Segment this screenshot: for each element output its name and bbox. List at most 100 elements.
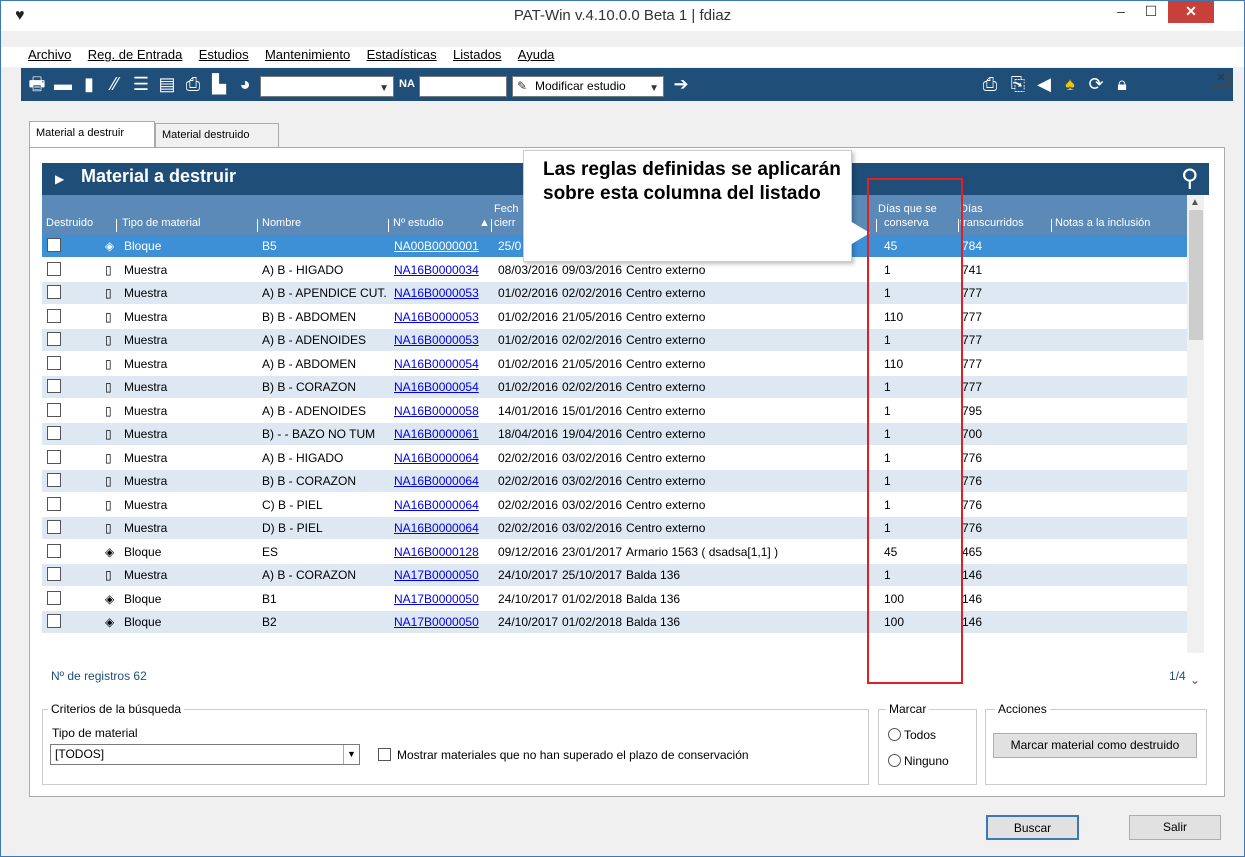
- menu-archivo[interactable]: Archivo: [28, 47, 71, 62]
- cell-estudio-link[interactable]: NA17B0000050: [394, 615, 479, 629]
- scroll-thumb[interactable]: [1189, 210, 1203, 340]
- buscar-button[interactable]: Buscar: [986, 815, 1079, 840]
- close-button[interactable]: ✕: [1168, 1, 1214, 23]
- col-nombre[interactable]: Nombre: [262, 217, 301, 230]
- destruido-checkbox[interactable]: [47, 496, 61, 511]
- arrow-right-icon[interactable]: ➔: [670, 73, 692, 95]
- cell-estudio-link[interactable]: NA16B0000058: [394, 404, 479, 418]
- destruido-checkbox[interactable]: [47, 590, 61, 605]
- printer-icon[interactable]: ▬: [52, 73, 74, 95]
- sync-icon[interactable]: ⟳: [1085, 73, 1107, 95]
- menu-estadisticas[interactable]: Estadísticas: [367, 47, 437, 62]
- menu-ayuda[interactable]: Ayuda: [518, 47, 555, 62]
- ninguno-label[interactable]: Ninguno: [904, 754, 949, 768]
- chevron-down-icon[interactable]: ▼: [343, 745, 359, 764]
- list-icon[interactable]: ☰: [130, 73, 152, 95]
- col-dias-trans-line2[interactable]: transcurridos: [960, 217, 1024, 230]
- destruido-checkbox[interactable]: [47, 285, 61, 299]
- ninguno-radio[interactable]: [888, 754, 901, 767]
- todos-label[interactable]: Todos: [904, 728, 936, 742]
- table-row[interactable]: ▯ Muestra A) B - ADENOIDES NA16B0000053 01/0…: [42, 329, 1187, 351]
- export-icon[interactable]: ⎘: [1007, 73, 1029, 95]
- cell-estudio-link[interactable]: NA16B0000053: [394, 310, 479, 324]
- destruido-checkbox[interactable]: [47, 308, 61, 323]
- column-divider[interactable]: [257, 219, 258, 232]
- todos-radio[interactable]: [888, 728, 901, 741]
- table-row[interactable]: ▯ Muestra B) B - ABDOMEN NA16B0000053 01/02/…: [42, 306, 1187, 328]
- pie-chart-icon[interactable]: ◕: [234, 73, 256, 95]
- tab-material-destruido[interactable]: Material destruido: [155, 123, 279, 147]
- table-row[interactable]: ▯ Muestra A) B - CORAZON NA17B0000050 24/10/…: [42, 564, 1187, 586]
- table-row[interactable]: ◈ Bloque B1 NA17B0000050 24/10/2017 01/02/201…: [42, 588, 1187, 610]
- column-divider[interactable]: [491, 219, 492, 232]
- destruido-checkbox[interactable]: [47, 402, 61, 417]
- column-divider[interactable]: [1051, 219, 1052, 232]
- menu-reg-entrada[interactable]: Reg. de Entrada: [88, 47, 183, 62]
- destruido-checkbox[interactable]: [47, 426, 61, 440]
- table-row[interactable]: ▯ Muestra A) B - APENDICE CUT. NA16B0000053…: [42, 282, 1187, 304]
- speaker-icon[interactable]: ◀: [1033, 73, 1055, 95]
- destruido-checkbox[interactable]: [47, 567, 61, 581]
- lock-icon[interactable]: 🔒︎: [1111, 73, 1133, 95]
- cell-estudio-link[interactable]: NA16B0000034: [394, 263, 479, 277]
- col-destruido[interactable]: Destruido: [46, 217, 93, 230]
- table-row[interactable]: ▯ Muestra A) B - ABDOMEN NA16B0000054 01/02/…: [42, 353, 1187, 375]
- menu-mantenimiento[interactable]: Mantenimiento: [265, 47, 350, 62]
- file-icon[interactable]: ▙: [208, 73, 230, 95]
- book-icon[interactable]: ▮: [78, 73, 100, 95]
- cell-estudio-link[interactable]: NA16B0000064: [394, 498, 479, 512]
- cell-estudio-link[interactable]: NA00B0000001: [394, 239, 479, 253]
- search-icon[interactable]: ⚲: [1181, 164, 1199, 193]
- col-fecha-line2[interactable]: cierr: [494, 217, 515, 230]
- table-row[interactable]: ▯ Muestra A) B - ADENOIDES NA16B0000058 14/0…: [42, 400, 1187, 422]
- cell-estudio-link[interactable]: NA16B0000128: [394, 545, 479, 559]
- cell-estudio-link[interactable]: NA16B0000064: [394, 451, 479, 465]
- table-row[interactable]: ▯ Muestra D) B - PIEL NA16B0000064 02/02/201…: [42, 517, 1187, 539]
- column-divider[interactable]: [388, 219, 389, 232]
- inbox-icon[interactable]: 🖶: [26, 73, 48, 95]
- col-notas[interactable]: Notas a la inclusión: [1055, 217, 1150, 230]
- print-right-icon[interactable]: ⎙: [979, 73, 1001, 95]
- table-row[interactable]: ▯ Muestra B) B - CORAZON NA16B0000054 01/02/…: [42, 376, 1187, 398]
- tools-icon[interactable]: ⁄⁄: [104, 73, 126, 95]
- cell-estudio-link[interactable]: NA16B0000053: [394, 333, 479, 347]
- scroll-down-icon[interactable]: ⌄: [1190, 673, 1200, 687]
- destruido-checkbox[interactable]: [47, 614, 61, 628]
- col-tipo[interactable]: Tipo de material: [122, 217, 200, 230]
- minimize-button[interactable]: –: [1106, 1, 1136, 23]
- cell-estudio-link[interactable]: NA17B0000050: [394, 592, 479, 606]
- clipboard-icon[interactable]: ▤: [156, 73, 178, 95]
- mostrar-materiales-checkbox[interactable]: [378, 748, 391, 761]
- destruido-checkbox[interactable]: [47, 261, 61, 276]
- cell-estudio-link[interactable]: NA16B0000054: [394, 357, 479, 371]
- table-row[interactable]: ▯ Muestra B) - - BAZO NO TUM NA16B0000061 18…: [42, 423, 1187, 445]
- destruido-checkbox[interactable]: [47, 355, 61, 370]
- cell-estudio-link[interactable]: NA16B0000064: [394, 521, 479, 535]
- destruido-checkbox[interactable]: [47, 473, 61, 487]
- mostrar-materiales-label[interactable]: Mostrar materiales que no han superado e…: [397, 748, 749, 762]
- menu-estudios[interactable]: Estudios: [199, 47, 249, 62]
- close-panel-icon[interactable]: ✕: [1213, 71, 1229, 87]
- tipo-material-select[interactable]: [TODOS] ▼: [50, 744, 360, 765]
- maximize-button[interactable]: ☐: [1136, 1, 1166, 23]
- na-input[interactable]: [419, 76, 507, 97]
- cell-estudio-link[interactable]: NA17B0000050: [394, 568, 479, 582]
- destruido-checkbox[interactable]: [47, 332, 61, 346]
- destruido-checkbox[interactable]: [47, 449, 61, 464]
- print-icon[interactable]: ⎙: [182, 73, 204, 95]
- table-row[interactable]: ◈ Bloque B2 NA17B0000050 24/10/2017 01/02/201…: [42, 611, 1187, 633]
- col-fecha-line1[interactable]: Fech: [494, 203, 518, 216]
- cell-estudio-link[interactable]: NA16B0000053: [394, 286, 479, 300]
- col-dias-trans-line1[interactable]: Días: [960, 203, 983, 216]
- col-nestudio[interactable]: Nº estudio: [393, 217, 444, 230]
- table-row[interactable]: ▯ Muestra C) B - PIEL NA16B0000064 02/02/201…: [42, 494, 1187, 516]
- action-select[interactable]: ✎ Modificar estudio ▼: [512, 76, 664, 97]
- salir-button[interactable]: Salir: [1129, 815, 1221, 840]
- bell-icon[interactable]: ♠: [1059, 73, 1081, 95]
- destruido-checkbox[interactable]: [47, 543, 61, 558]
- column-divider[interactable]: [116, 219, 117, 232]
- cell-estudio-link[interactable]: NA16B0000064: [394, 474, 479, 488]
- table-row[interactable]: ◈ Bloque ES NA16B0000128 09/12/2016 23/01/201…: [42, 541, 1187, 563]
- cell-estudio-link[interactable]: NA16B0000061: [394, 427, 479, 441]
- expand-arrow-icon[interactable]: ▶: [55, 172, 64, 186]
